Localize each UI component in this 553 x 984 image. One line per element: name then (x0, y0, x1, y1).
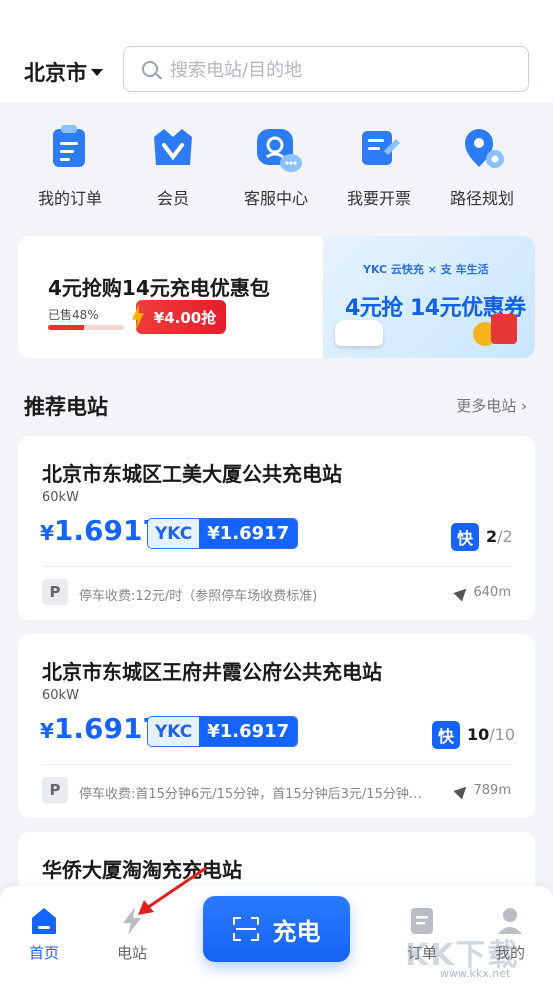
navigation-arrow-icon (453, 584, 471, 601)
scan-icon (232, 917, 259, 941)
header: 北京市 搜索电站/目的地 (0, 0, 553, 102)
currency-symbol: ¥ (40, 719, 54, 743)
invoice-icon (356, 125, 402, 171)
quick-item-label: 路径规划 (449, 189, 514, 208)
available-count: 2 (486, 527, 498, 546)
charge-button-label: 充电 (272, 917, 321, 946)
available-count: 10 (467, 725, 490, 744)
route-icon (459, 125, 505, 171)
promo-card[interactable]: 4元抢购14元充电优惠包 已售48% ¥4.00抢 YKC 云快充 × 支 车生… (18, 236, 535, 358)
home-icon (30, 906, 58, 936)
ykc-member-price: YKC ¥1.6917 (147, 518, 299, 549)
charge-button[interactable]: 充电 (203, 896, 350, 962)
quick-item-label: 我要开票 (346, 189, 411, 208)
quick-item-service[interactable]: 客服中心 (226, 125, 326, 209)
station-card[interactable]: 北京市东城区王府井霞公府公共充电站 60kW ¥1.6917 YKC ¥1.69… (18, 634, 535, 818)
quick-item-route[interactable]: 路径规划 (432, 125, 532, 209)
city-name: 北京市 (24, 61, 87, 85)
tab-home[interactable]: 首页 (4, 906, 84, 963)
station-price: ¥1.6917 (40, 514, 162, 547)
tab-label: 电站 (116, 944, 147, 962)
total-count: /10 (489, 725, 516, 744)
progress-fill (48, 325, 85, 330)
navigation-arrow-icon (453, 782, 471, 799)
search-input[interactable]: 搜索电站/目的地 (123, 46, 529, 92)
parking-fee: 停车收费:首15分钟6元/15分钟，首15分钟后3元/15分钟… (79, 787, 422, 802)
tab-label: 首页 (28, 944, 59, 962)
station-card[interactable]: 北京市东城区工美大厦公共充电站 60kW ¥1.6917 YKC ¥1.6917… (18, 436, 535, 620)
quick-item-label: 会员 (156, 189, 189, 208)
fast-charge-badge: 快 (451, 523, 479, 551)
fast-charge-badge: 快 (432, 721, 460, 749)
price-value: 1.6917 (53, 712, 162, 745)
promo-sold-text: 已售48% (48, 308, 99, 322)
quick-item-orders[interactable]: 我的订单 (20, 125, 120, 209)
quick-item-vip[interactable]: 会员 (123, 125, 223, 209)
quick-item-label: 客服中心 (243, 189, 308, 208)
station-price: ¥1.6917 (40, 712, 162, 745)
promo-title: 4元抢购14元充电优惠包 (48, 276, 270, 300)
more-stations-label: 更多电站 (456, 397, 517, 415)
station-distance: 640m (453, 584, 511, 601)
customer-service-icon (253, 125, 302, 172)
charger-availability: 2/2 (486, 527, 513, 546)
parking-icon: P (42, 777, 68, 803)
car-illustration (335, 320, 383, 346)
promo-banner[interactable]: YKC 云快充 × 支 车生活 4元抢 14元优惠券 (323, 236, 535, 358)
distance-value: 640m (473, 585, 511, 600)
station-power: 60kW (42, 688, 79, 703)
ykc-price: ¥1.6917 (199, 717, 298, 746)
price-value: 1.6917 (53, 514, 162, 547)
ykc-price: ¥1.6917 (199, 519, 298, 548)
banner-brand: YKC 云快充 × 支 车生活 (363, 263, 489, 276)
divider (42, 764, 512, 765)
station-name: 北京市东城区工美大厦公共充电站 (42, 462, 342, 486)
annotation-arrow-icon (138, 866, 207, 915)
promo-sold-progress (48, 325, 124, 330)
chevron-right-icon: › (521, 397, 527, 415)
quick-item-invoice[interactable]: 我要开票 (329, 125, 429, 209)
vip-icon (150, 125, 196, 171)
parking-fee: 停车收费:12元/时（参照停车场收费标准) (79, 589, 318, 604)
station-name: 北京市东城区王府井霞公府公共充电站 (42, 660, 382, 684)
order-icon (47, 125, 93, 171)
search-placeholder: 搜索电站/目的地 (170, 60, 303, 81)
station-distance: 789m (453, 782, 511, 799)
city-selector[interactable]: 北京市 (24, 57, 103, 87)
station-power: 60kW (42, 490, 79, 505)
distance-value: 789m (473, 783, 511, 798)
ykc-tag: YKC (148, 717, 200, 746)
watermark-url: www.kkx.net (440, 967, 511, 980)
more-stations-link[interactable]: 更多电站 › (456, 395, 527, 416)
charger-availability: 10/10 (467, 725, 515, 744)
red-envelope-illustration (491, 314, 517, 344)
promo-grab-button[interactable]: ¥4.00抢 (136, 300, 226, 334)
quick-item-label: 我的订单 (37, 189, 102, 208)
ykc-member-price: YKC ¥1.6917 (147, 716, 299, 747)
currency-symbol: ¥ (40, 521, 54, 545)
caret-down-icon (91, 68, 103, 76)
total-count: /2 (497, 527, 513, 546)
section-title: 推荐电站 (24, 395, 108, 419)
search-icon (142, 61, 158, 77)
ykc-tag: YKC (148, 519, 200, 548)
parking-icon: P (42, 579, 68, 605)
quick-menu: 我的订单 会员 客服中心 我要开票 路径规划 (0, 115, 553, 225)
divider (42, 566, 512, 567)
